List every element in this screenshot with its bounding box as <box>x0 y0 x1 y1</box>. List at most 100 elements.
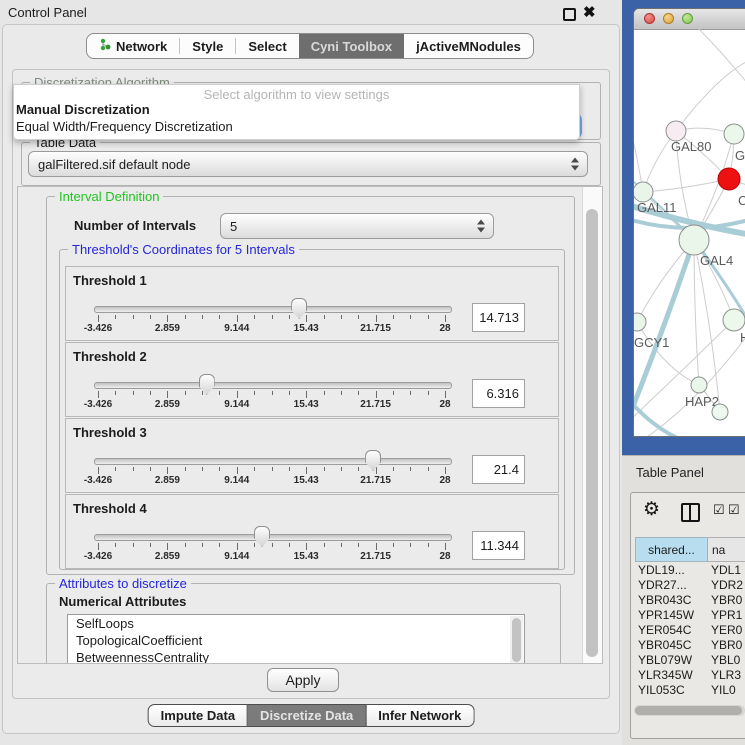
tab-bar: Network Style SelectCyni ToolboxjActiveMNo… <box>86 33 534 59</box>
table-column-header[interactable]: na <box>708 537 745 562</box>
network-edge[interactable] <box>634 240 694 419</box>
slider-handle[interactable] <box>254 526 270 547</box>
attribute-items: SelfLoopsTopologicalCoefficientBetweenne… <box>68 615 524 664</box>
tab-jactivemnodules[interactable]: jActiveMNodules <box>404 34 533 58</box>
slider-tick-label: -3.426 <box>84 551 112 562</box>
slider-tick-label: 28 <box>439 323 450 334</box>
number-of-intervals-combobox[interactable]: 5 <box>220 213 494 239</box>
table-rows: YDL19...YDL1YDR27...YDR2YBR043CYBR0YPR14… <box>635 562 745 697</box>
slider-tick <box>237 543 238 550</box>
slider-tick <box>219 467 220 471</box>
slider-tick <box>341 391 342 395</box>
slider-tick <box>306 467 307 474</box>
apply-button[interactable]: Apply <box>267 668 339 692</box>
slider-tick-label: 2.859 <box>155 551 180 562</box>
network-node-gtop[interactable] <box>724 124 744 144</box>
slider-tick <box>393 315 394 319</box>
slider-tick <box>410 391 411 395</box>
algorithm-option[interactable]: Manual Discretization <box>16 102 150 117</box>
network-node-bnode[interactable] <box>712 404 728 420</box>
tab-select[interactable]: Select <box>236 34 298 58</box>
slider-tick-label: 2.859 <box>155 475 180 486</box>
slider-tick <box>272 315 273 319</box>
slider-handle[interactable] <box>199 374 215 395</box>
table-row[interactable]: YBL079WYBL0 <box>635 652 745 667</box>
float-window-icon[interactable] <box>563 8 576 21</box>
threshold-value-field[interactable]: 11.344 <box>472 531 525 560</box>
spinner-arrows-icon <box>571 158 579 171</box>
table-row[interactable]: YPR145WYPR1 <box>635 607 745 622</box>
attributes-group: Attributes to discretize Numerical Attri… <box>46 583 561 664</box>
slider-tick <box>428 467 429 471</box>
window-close-icon[interactable] <box>644 13 655 24</box>
network-node-gal4[interactable] <box>679 225 709 255</box>
slider-tick <box>358 467 359 471</box>
slider-tick-label: -3.426 <box>84 399 112 410</box>
close-icon[interactable]: ✖ <box>583 3 596 21</box>
attribute-item[interactable]: SelfLoops <box>68 615 524 632</box>
table-cell: YBR045C <box>635 638 708 652</box>
numerical-attributes-label: Numerical Attributes <box>59 594 186 609</box>
network-desktop: GAL80GACGAL11GAL4GCY1HHAP2 <box>622 0 745 455</box>
network-canvas[interactable]: GAL80GACGAL11GAL4GCY1HHAP2 <box>634 29 745 437</box>
slider-handle[interactable] <box>291 298 307 319</box>
checkbox-icon[interactable]: ☑ <box>728 502 740 518</box>
attributes-scrollbar[interactable] <box>510 616 523 664</box>
network-node-gal11[interactable] <box>634 182 653 202</box>
network-edge[interactable] <box>634 399 684 437</box>
gear-icon[interactable]: ⚙ <box>643 499 660 521</box>
table-row[interactable]: YDL19...YDL1 <box>635 562 745 577</box>
window-zoom-icon[interactable] <box>682 13 693 24</box>
threshold-4-panel: Threshold 4-3.4262.8599.14415.4321.71528… <box>65 494 559 569</box>
slider-tick <box>98 543 99 550</box>
threshold-value-field[interactable]: 14.713 <box>472 303 525 332</box>
tab-network[interactable]: Network <box>87 34 179 58</box>
slider-track[interactable] <box>94 534 452 541</box>
attribute-item[interactable]: BetweennessCentrality <box>68 649 524 664</box>
settings-vertical-scrollbar[interactable] <box>582 187 602 663</box>
tab-label: Style <box>192 39 223 54</box>
network-node-gal80[interactable] <box>666 121 686 141</box>
slider-track[interactable] <box>94 382 452 389</box>
network-edge[interactable] <box>694 29 745 89</box>
table-row[interactable]: YER054CYER0 <box>635 622 745 637</box>
slider-tick <box>185 391 186 395</box>
table-row[interactable]: YDR27...YDR2 <box>635 577 745 592</box>
threshold-value-field[interactable]: 6.316 <box>472 379 525 408</box>
window-minimize-icon[interactable] <box>663 13 674 24</box>
slider-tick <box>358 315 359 319</box>
table-cell: YBR043C <box>635 593 708 607</box>
attribute-item[interactable]: TopologicalCoefficient <box>68 632 524 649</box>
table-row[interactable]: YBR045CYBR0 <box>635 637 745 652</box>
slider-tick <box>150 543 151 547</box>
checkbox-icon[interactable]: ☑ <box>713 502 725 518</box>
tab-label: Network <box>116 39 167 54</box>
network-node-hright[interactable] <box>723 309 745 331</box>
bottom-tab-infer-network[interactable]: Infer Network <box>366 704 474 727</box>
network-node-hap2[interactable] <box>691 377 707 393</box>
slider-tick-label: 15.43 <box>294 475 319 486</box>
network-node-red[interactable] <box>718 168 740 190</box>
split-columns-icon[interactable] <box>681 503 700 522</box>
table-data-group: Table Data galFiltered.sif default node <box>21 142 601 186</box>
threshold-label: Threshold 1 <box>73 273 147 288</box>
table-row[interactable]: YLR345WYLR3 <box>635 667 745 682</box>
slider-track[interactable] <box>94 306 452 313</box>
table-data-combobox[interactable]: galFiltered.sif default node <box>28 151 588 177</box>
network-edge[interactable] <box>676 59 745 131</box>
bottom-tab-discretize-data[interactable]: Discretize Data <box>248 704 366 727</box>
slider-tick <box>393 467 394 471</box>
table-row[interactable]: YBR043CYBR0 <box>635 592 745 607</box>
tab-cyni-toolbox[interactable]: Cyni Toolbox <box>299 34 404 58</box>
bottom-tab-impute-data[interactable]: Impute Data <box>148 704 248 727</box>
table-horizontal-scrollbar[interactable] <box>634 705 745 716</box>
spinner-arrows-icon <box>477 220 485 233</box>
table-row[interactable]: YIL053CYIL0 <box>635 682 745 697</box>
algorithm-option[interactable]: Equal Width/Frequency Discretization <box>16 119 233 134</box>
slider-track[interactable] <box>94 458 452 465</box>
threshold-value-field[interactable]: 21.4 <box>472 455 525 484</box>
table-column-header[interactable]: shared... <box>635 537 708 562</box>
network-node-gcy1[interactable] <box>634 313 646 331</box>
tab-style[interactable]: Style <box>180 34 235 58</box>
slider-handle[interactable] <box>365 450 381 471</box>
